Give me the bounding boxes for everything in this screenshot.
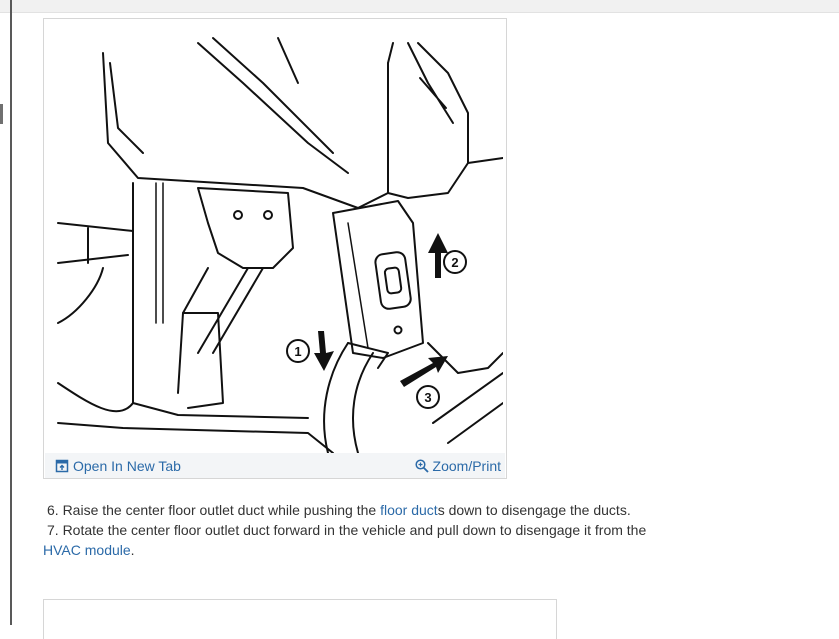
instruction-steps: 6. Raise the center floor outlet duct wh… <box>43 500 683 560</box>
hvac-duct-diagram[interactable]: 1 2 3 <box>48 23 503 453</box>
open-in-new-tab-link[interactable]: Open In New Tab <box>55 457 181 475</box>
upper-housing-outline <box>102 52 389 209</box>
open-new-tab-icon <box>55 459 69 473</box>
step-7-text: 7. Rotate the center floor outlet duct f… <box>47 522 647 538</box>
zoom-print-label: Zoom/Print <box>432 458 501 474</box>
step-6-suffix: s down to disengage the ducts. <box>437 502 631 518</box>
callout-3: 3 <box>416 385 440 409</box>
callout-1-label: 1 <box>294 344 301 359</box>
left-marker <box>0 104 3 124</box>
callout-2: 2 <box>443 250 467 274</box>
arrow-down <box>314 331 334 371</box>
step-7-suffix: . <box>130 542 135 558</box>
figure-toolbar: Open In New Tab Zoom/Print <box>45 453 505 478</box>
step-6-prefix: 6. Raise the center floor outlet duct wh… <box>47 502 381 518</box>
callout-3-label: 3 <box>424 390 431 405</box>
step-7-continued: HVAC module. <box>43 540 683 560</box>
callout-2-label: 2 <box>451 255 458 270</box>
step-7: 7. Rotate the center floor outlet duct f… <box>43 520 683 540</box>
zoom-icon <box>414 459 429 473</box>
open-in-new-tab-label: Open In New Tab <box>73 458 181 474</box>
duct-bracket <box>197 187 294 269</box>
figure-card: 1 2 3 Open In New Tab Zoom/Print <box>43 18 507 479</box>
zoom-print-link[interactable]: Zoom/Print <box>414 457 501 475</box>
left-border <box>10 0 12 625</box>
callout-1: 1 <box>286 339 310 363</box>
top-bar <box>0 0 839 13</box>
hvac-module-link[interactable]: HVAC module <box>43 542 131 558</box>
arrow-diagonal <box>400 356 448 387</box>
next-figure-card <box>43 599 557 639</box>
floor-duct-link[interactable]: floor duct <box>380 502 438 518</box>
step-6: 6. Raise the center floor outlet duct wh… <box>43 500 683 520</box>
